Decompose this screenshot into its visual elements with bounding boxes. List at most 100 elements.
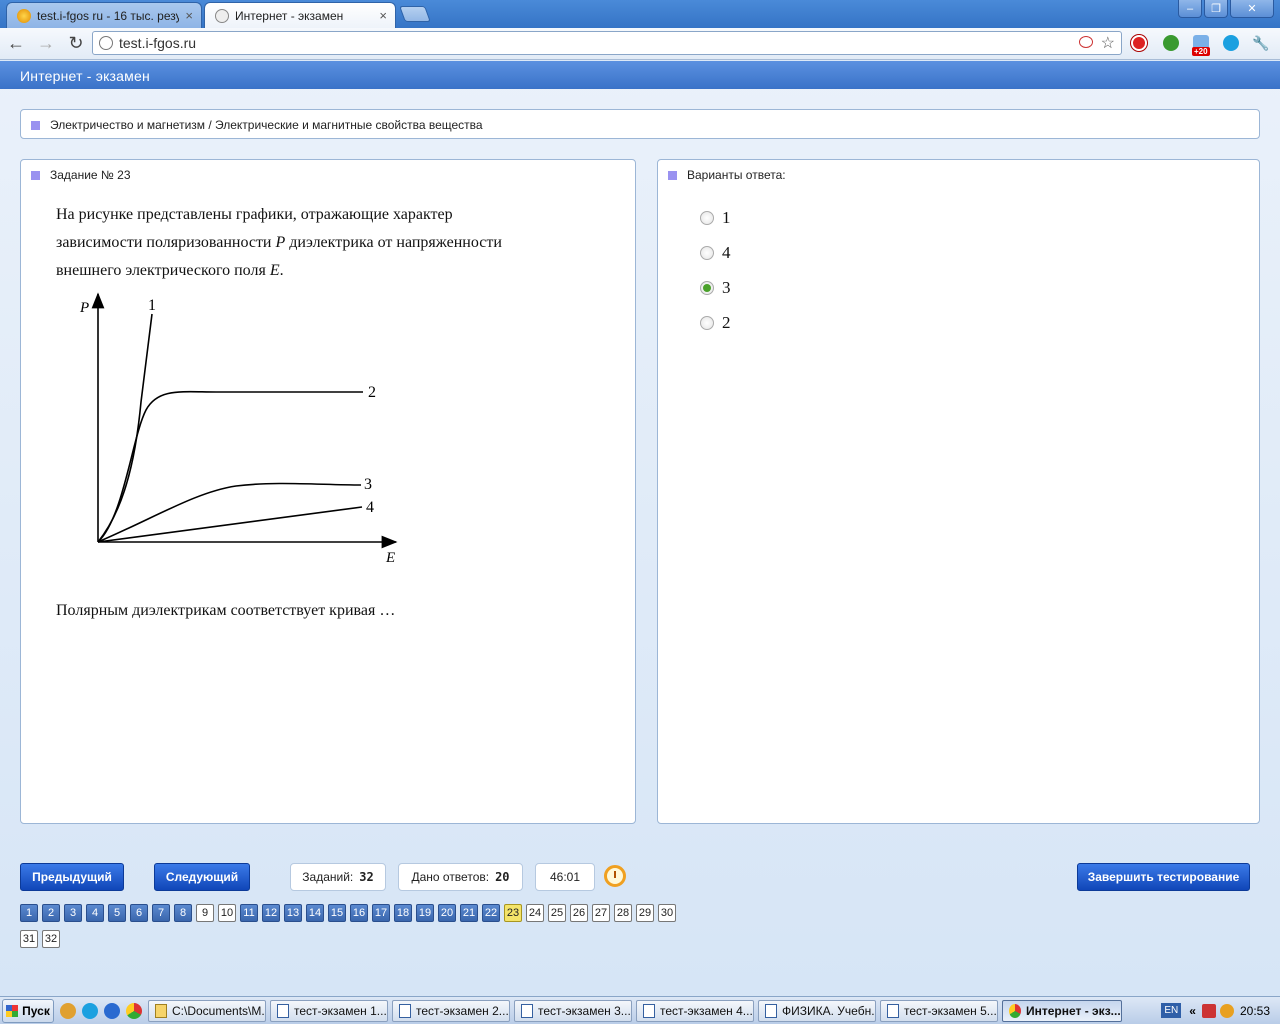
question-nav-20[interactable]: 20 [438, 904, 456, 922]
y-axis-label: P [79, 300, 89, 316]
tray-expand-icon[interactable]: « [1189, 1004, 1196, 1018]
window-controls: – ❐ ✕ [1178, 0, 1274, 18]
word-doc-icon [643, 1003, 655, 1018]
curve-label-1: 1 [148, 297, 156, 314]
browser-tabstrip: test.i-fgos ru - 16 тыс. резуль × Интерн… [0, 0, 1280, 28]
answer-option[interactable]: 4 [700, 235, 731, 270]
taskbar-item[interactable]: тест-экзамен 5.... [880, 999, 998, 1022]
security-alert-icon[interactable] [1219, 1003, 1234, 1018]
skype-extension-icon[interactable] [1220, 32, 1242, 54]
radio-button[interactable] [700, 245, 714, 260]
taskbar-item[interactable]: ФИЗИКА. Учебн... [758, 999, 876, 1022]
question-number: Задание № 23 [50, 168, 131, 182]
question-nav-11[interactable]: 11 [240, 904, 258, 922]
question-nav-26[interactable]: 26 [570, 904, 588, 922]
question-nav-15[interactable]: 15 [328, 904, 346, 922]
taskbar-item-label: Интернет - экз... [1026, 1003, 1121, 1018]
question-nav-23[interactable]: 23 [504, 904, 522, 922]
question-nav-13[interactable]: 13 [284, 904, 302, 922]
question-nav-19[interactable]: 19 [416, 904, 434, 922]
answer-option[interactable]: 1 [700, 200, 731, 235]
close-window-button[interactable]: ✕ [1230, 0, 1274, 18]
wrench-menu-icon[interactable]: 🔧 [1250, 32, 1272, 54]
next-button[interactable]: Следующий [154, 863, 250, 891]
reload-button[interactable]: ↻ [62, 31, 90, 57]
question-nav-12[interactable]: 12 [262, 904, 280, 922]
browser-tab-exam[interactable]: Интернет - экзамен × [204, 2, 396, 28]
finish-test-button[interactable]: Завершить тестирование [1077, 863, 1250, 891]
skype-icon[interactable] [82, 1002, 98, 1019]
question-nav-9[interactable]: 9 [196, 904, 214, 922]
question-nav-18[interactable]: 18 [394, 904, 412, 922]
question-nav-32[interactable]: 32 [42, 930, 60, 948]
tasks-label: Заданий: [302, 870, 354, 884]
taskbar-item-active[interactable]: Интернет - экз... [1002, 999, 1122, 1022]
question-nav-17[interactable]: 17 [372, 904, 390, 922]
start-label: Пуск [22, 1003, 50, 1018]
answers-header: Варианты ответа: [668, 168, 786, 182]
question-nav-14[interactable]: 14 [306, 904, 324, 922]
question-nav-30[interactable]: 30 [658, 904, 676, 922]
answer-option[interactable]: 3 [700, 270, 731, 305]
taskbar-item[interactable]: тест-экзамен 3.... [514, 999, 632, 1022]
back-button[interactable]: ← [2, 31, 30, 57]
question-nav-24[interactable]: 24 [526, 904, 544, 922]
tab-close-icon[interactable]: × [185, 8, 193, 23]
question-nav-3[interactable]: 3 [64, 904, 82, 922]
bullet-square-icon [31, 171, 40, 180]
word-doc-icon [277, 1003, 289, 1018]
question-nav-31[interactable]: 31 [20, 930, 38, 948]
question-nav-8[interactable]: 8 [174, 904, 192, 922]
network-icon[interactable] [1201, 1003, 1216, 1018]
bookmark-star-icon[interactable]: ☆ [1101, 33, 1115, 53]
restore-button[interactable]: ❐ [1204, 0, 1228, 18]
question-nav-4[interactable]: 4 [86, 904, 104, 922]
address-bar[interactable]: test.i-fgos.ru ☆ [92, 31, 1122, 55]
browser-tab-search[interactable]: test.i-fgos ru - 16 тыс. резуль × [6, 2, 202, 28]
forward-button[interactable]: → [32, 31, 60, 57]
previous-button[interactable]: Предыдущий [20, 863, 124, 891]
question-nav-22[interactable]: 22 [482, 904, 500, 922]
radio-button-selected[interactable] [700, 280, 714, 295]
start-button[interactable]: Пуск [2, 998, 54, 1023]
adblock-icon[interactable] [1079, 36, 1093, 48]
answers-header-text: Варианты ответа: [687, 168, 786, 182]
question-nav-1[interactable]: 1 [20, 904, 38, 922]
tab-close-icon[interactable]: × [379, 8, 387, 23]
curve-2 [97, 390, 363, 543]
question-nav-16[interactable]: 16 [350, 904, 368, 922]
radio-button[interactable] [700, 210, 714, 225]
mail-extension-icon[interactable]: +20 [1190, 32, 1212, 56]
clock: 20:53 [1239, 1003, 1270, 1018]
question-nav-6[interactable]: 6 [130, 904, 148, 922]
text-fragment: зависимости поляризованности [56, 234, 276, 251]
taskbar-item[interactable]: тест-экзамен 4.... [636, 999, 754, 1022]
internet-explorer-icon[interactable] [104, 1002, 120, 1019]
question-nav-27[interactable]: 27 [592, 904, 610, 922]
question-nav-2[interactable]: 2 [42, 904, 60, 922]
question-nav-10[interactable]: 10 [218, 904, 236, 922]
globe-favicon-icon [215, 8, 229, 23]
timer: 46:01 [535, 863, 595, 891]
quicklaunch-app-icon[interactable] [60, 1002, 76, 1019]
new-tab-button[interactable] [399, 6, 431, 22]
question-nav-25[interactable]: 25 [548, 904, 566, 922]
breadcrumb: Электричество и магнетизм / Электрически… [20, 109, 1260, 139]
question-text: На рисунке представлены графики, отражаю… [56, 201, 616, 285]
minimize-button[interactable]: – [1178, 0, 1202, 18]
stop-extension-icon[interactable] [1128, 32, 1150, 54]
answer-option[interactable]: 2 [700, 305, 731, 340]
option-label: 2 [722, 312, 731, 332]
question-nav-28[interactable]: 28 [614, 904, 632, 922]
taskbar-item[interactable]: тест-экзамен 2.... [392, 999, 510, 1022]
language-indicator[interactable]: EN [1161, 1003, 1182, 1018]
taskbar-item[interactable]: тест-экзамен 1.... [270, 999, 388, 1022]
radio-button[interactable] [700, 315, 714, 330]
chrome-icon[interactable] [126, 1002, 142, 1019]
taskbar-item[interactable]: C:\Documents\M... [148, 999, 266, 1022]
torrent-extension-icon[interactable] [1160, 32, 1182, 54]
question-nav-5[interactable]: 5 [108, 904, 126, 922]
question-nav-21[interactable]: 21 [460, 904, 478, 922]
question-nav-7[interactable]: 7 [152, 904, 170, 922]
question-nav-29[interactable]: 29 [636, 904, 654, 922]
